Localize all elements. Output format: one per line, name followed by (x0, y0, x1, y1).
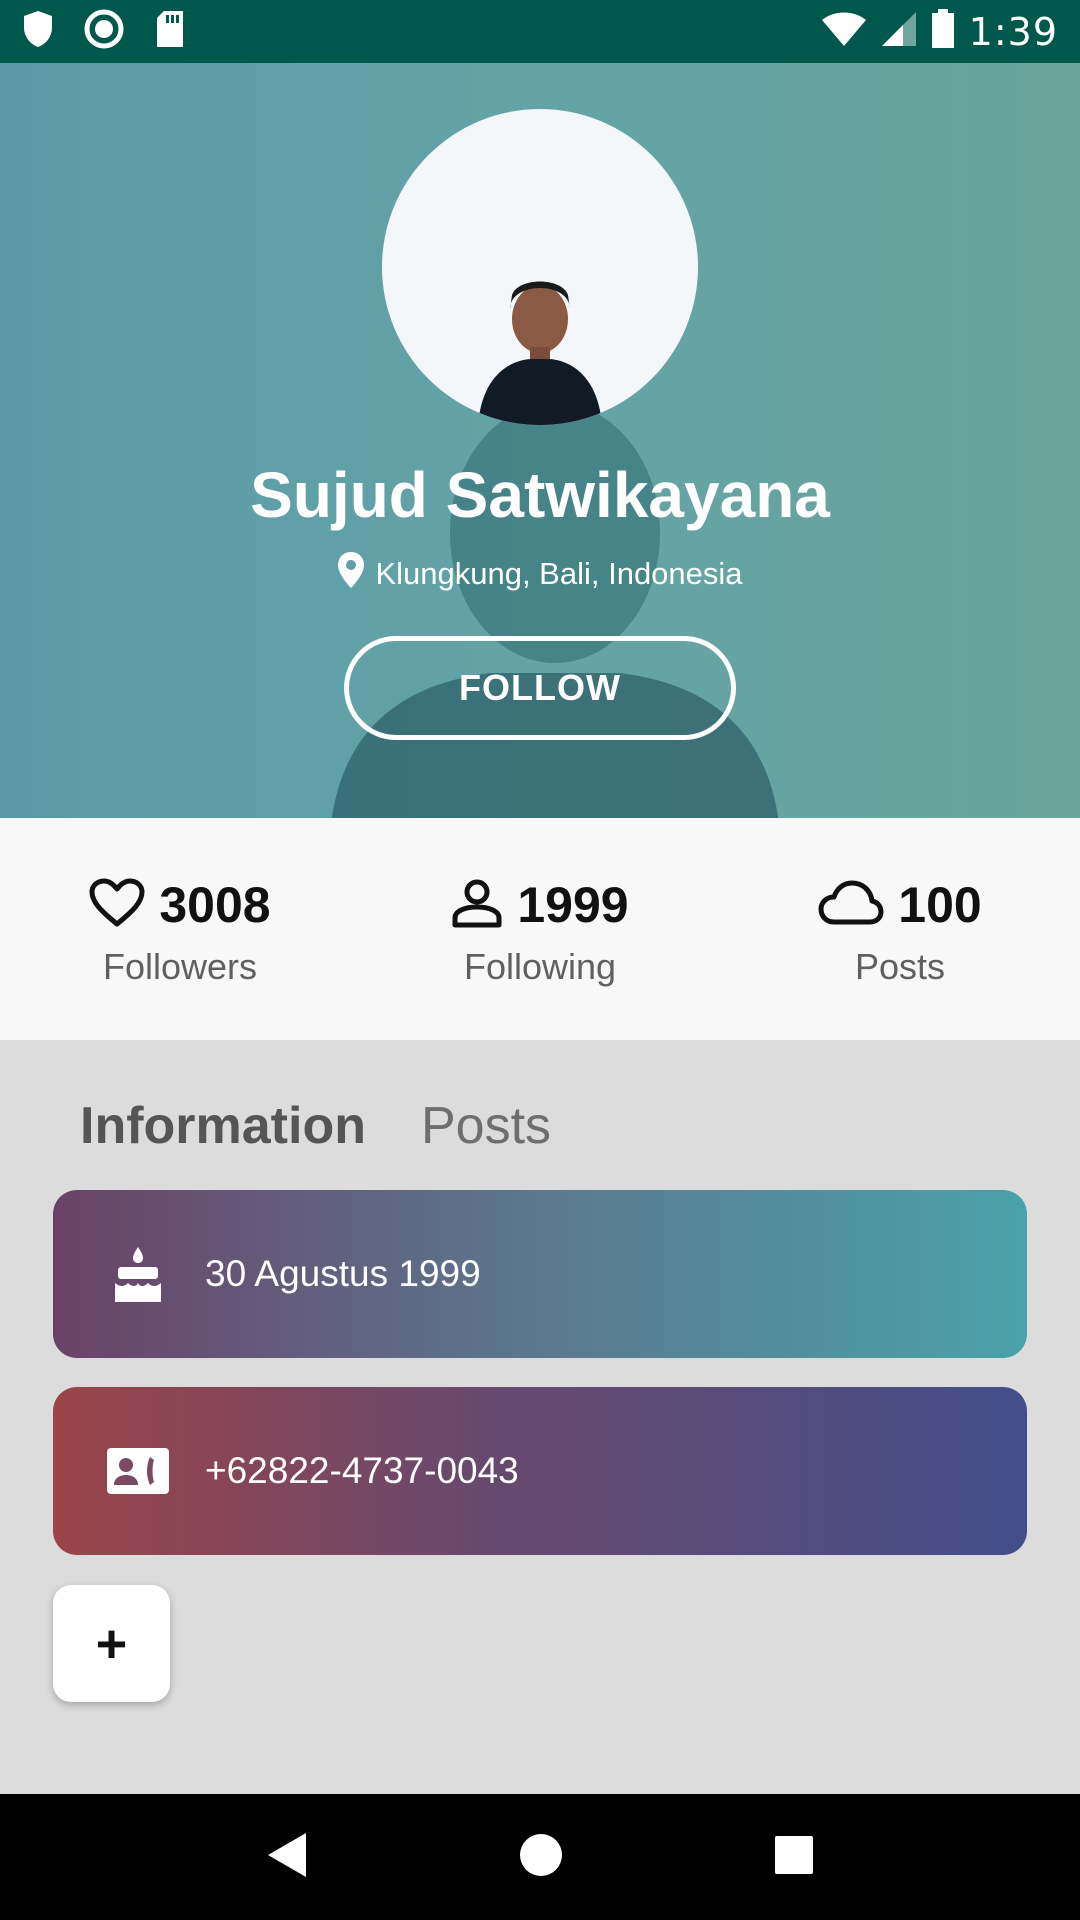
stat-posts[interactable]: 100 Posts (720, 818, 1080, 1040)
cake-icon (103, 1245, 173, 1303)
followers-label: Followers (102, 946, 258, 987)
sd-card-icon (154, 10, 186, 53)
status-bar: 1:39 (0, 0, 1080, 63)
stats-bar: 3008 Followers 1999 Following 100 Posts (0, 818, 1080, 1040)
cloud-icon (818, 880, 884, 931)
background-photo (331, 403, 779, 818)
phone-card[interactable]: +62822-4737-0043 (53, 1387, 1027, 1555)
add-button[interactable]: + (53, 1585, 170, 1702)
profile-header: Sujud Satwikayana Klungkung, Bali, Indon… (0, 63, 1080, 818)
tab-bar: Information Posts (80, 1096, 551, 1156)
avatar[interactable] (382, 109, 698, 425)
clock-time: 1:39 (968, 9, 1058, 54)
person-icon (451, 878, 503, 933)
wifi-icon (821, 11, 867, 52)
posts-count: 100 (898, 877, 982, 933)
home-icon[interactable] (519, 1833, 563, 1882)
birthday-card[interactable]: 30 Agustus 1999 (53, 1190, 1027, 1358)
heart-icon (89, 878, 145, 933)
navigation-bar (0, 1794, 1080, 1920)
recents-icon[interactable] (774, 1835, 814, 1880)
follow-button[interactable]: FOLLOW (344, 636, 736, 740)
following-count: 1999 (517, 877, 629, 933)
contact-phone-icon (103, 1447, 173, 1495)
circle-icon (84, 9, 124, 54)
profile-name: Sujud Satwikayana (250, 459, 830, 531)
shield-icon (22, 10, 54, 53)
avatar-photo (478, 281, 602, 425)
followers-count: 3008 (159, 877, 271, 933)
tab-posts[interactable]: Posts (421, 1096, 551, 1156)
location: Klungkung, Bali, Indonesia (0, 551, 1080, 597)
battery-icon (931, 9, 955, 54)
posts-label: Posts (854, 946, 946, 987)
phone-text: +62822-4737-0043 (205, 1450, 519, 1491)
following-label: Following (463, 946, 617, 987)
birthday-text: 30 Agustus 1999 (205, 1253, 481, 1294)
signal-icon (881, 11, 917, 52)
stat-followers[interactable]: 3008 Followers (0, 818, 360, 1040)
location-text: Klungkung, Bali, Indonesia (375, 556, 743, 591)
back-icon[interactable] (266, 1831, 308, 1884)
location-pin-icon (337, 551, 365, 597)
tab-information[interactable]: Information (80, 1096, 366, 1156)
stat-following[interactable]: 1999 Following (360, 818, 720, 1040)
